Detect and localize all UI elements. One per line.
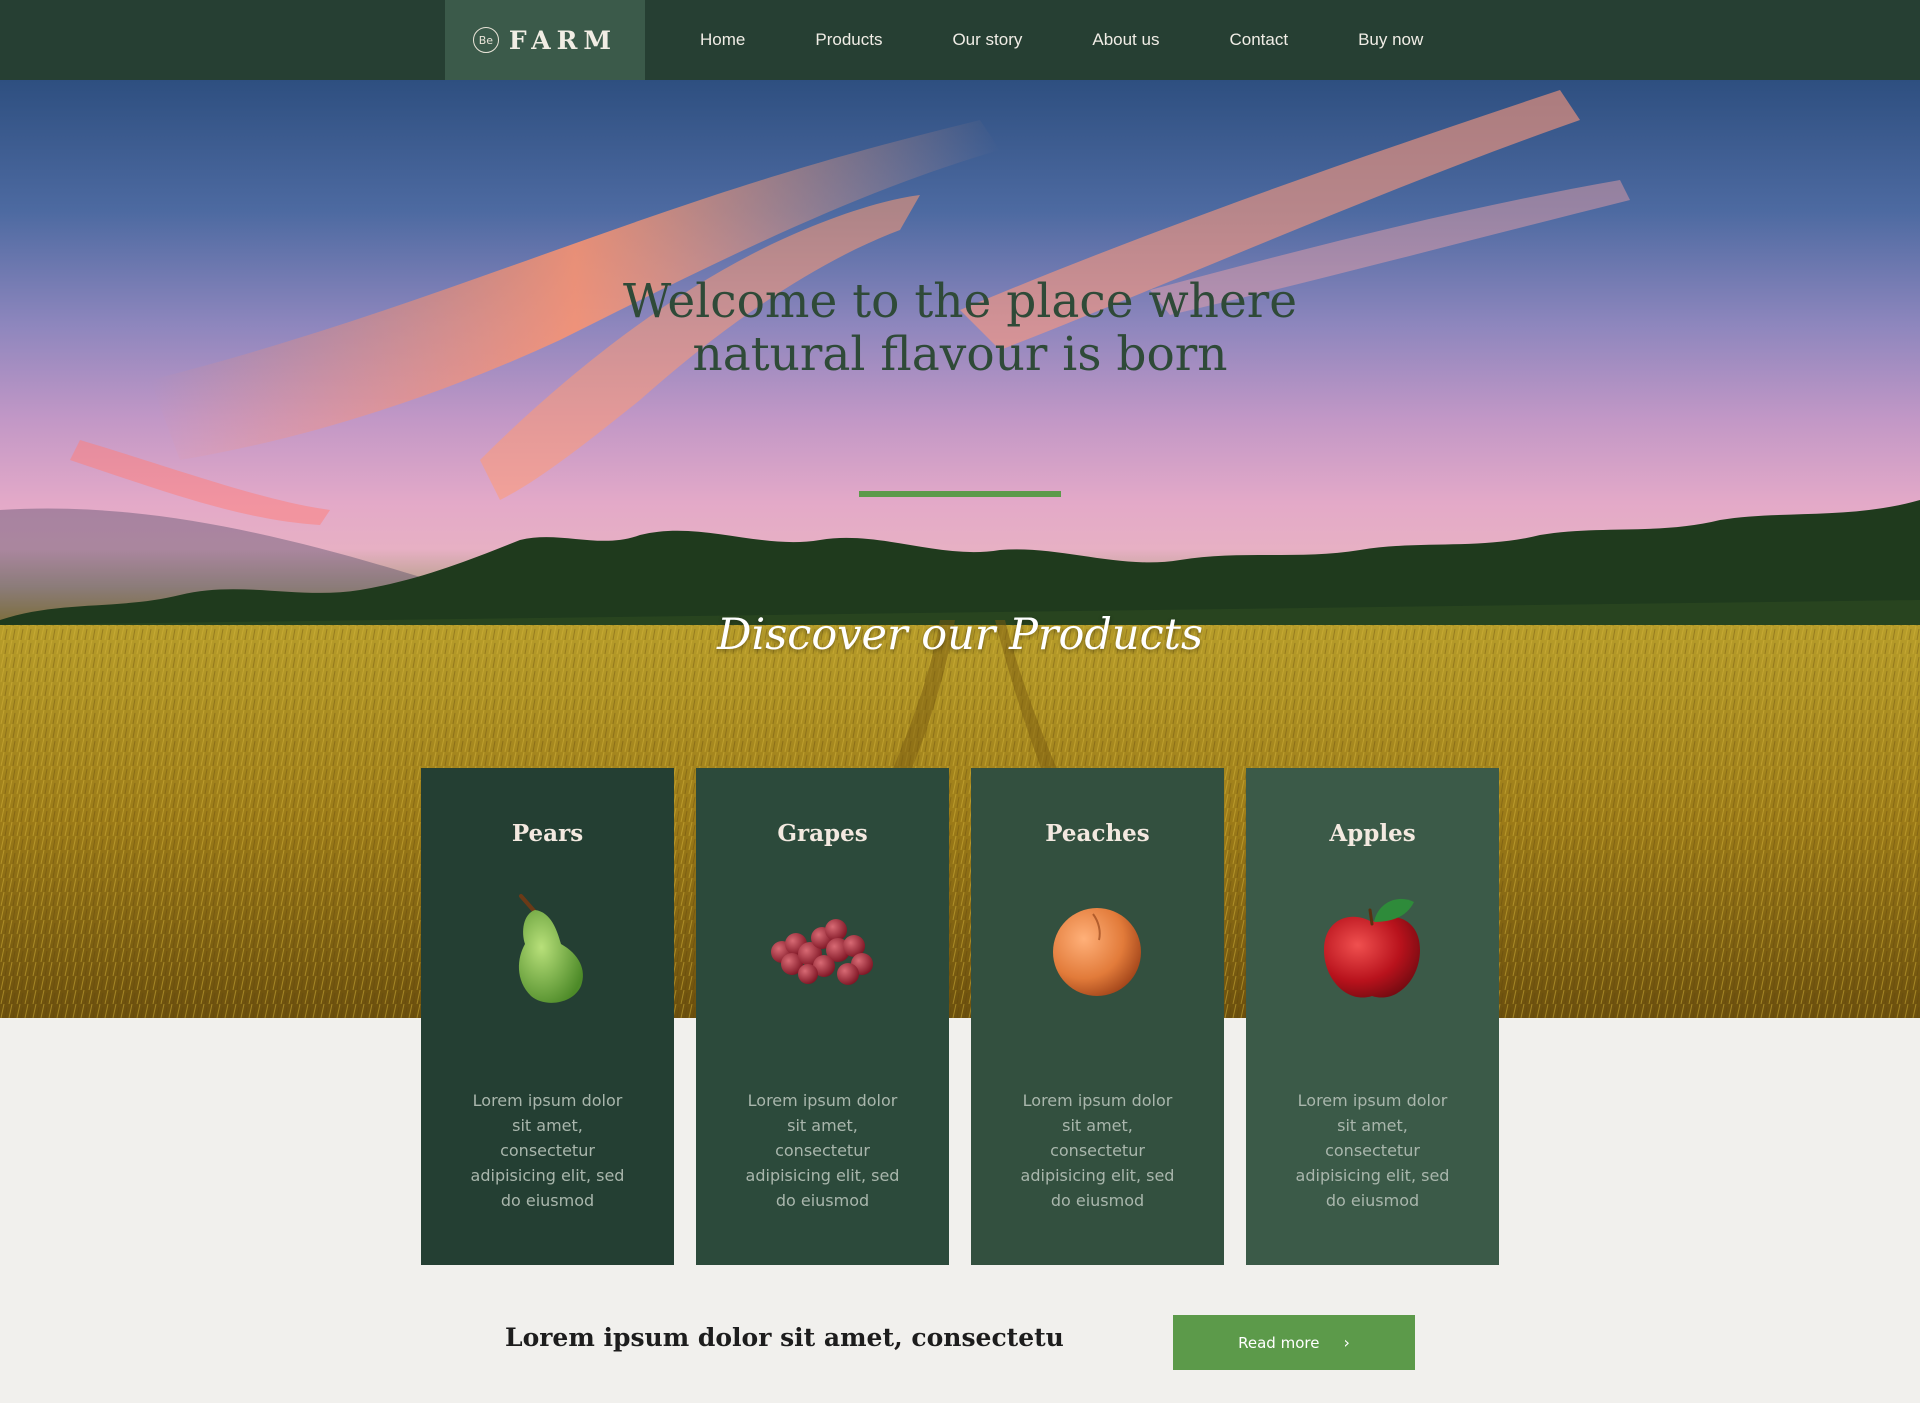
- product-name: Pears: [511, 820, 584, 847]
- peach-icon: [1053, 908, 1141, 996]
- product-card-peaches[interactable]: Peaches Lorem ipsum dolor sit amet, cons…: [971, 768, 1224, 1265]
- product-name: Peaches: [1045, 820, 1150, 847]
- hero-title: Welcome to the place where natural flavo…: [622, 274, 1298, 382]
- product-description: Lorem ipsum dolor sit amet, consectetur …: [470, 1091, 625, 1210]
- chevron-right-icon: ›: [1343, 1333, 1350, 1352]
- discover-products-heading: Discover our Products: [716, 610, 1204, 660]
- product-cards: Pears Lorem ipsum dolor sit amet, consec…: [421, 768, 1499, 1265]
- nav-link-buy-now[interactable]: Buy now: [1358, 30, 1423, 50]
- nav-link-about-us[interactable]: About us: [1092, 30, 1159, 50]
- grapes-icon: [771, 919, 873, 985]
- bottom-tagline: Lorem ipsum dolor sit amet, consectetu: [505, 1323, 1064, 1352]
- product-name: Grapes: [777, 820, 868, 847]
- product-description: Lorem ipsum dolor sit amet, consectetur …: [1020, 1091, 1175, 1210]
- nav-links: Home Products Our story About us Contact…: [700, 0, 1493, 80]
- read-more-button[interactable]: Read more ›: [1173, 1315, 1415, 1370]
- product-card-grapes[interactable]: Grapes Lorem ipsum dolor sit amet, conse…: [696, 768, 949, 1265]
- nav-link-products[interactable]: Products: [815, 30, 882, 50]
- top-navigation: Be FARM Home Products Our story About us…: [0, 0, 1920, 80]
- read-more-label: Read more: [1238, 1333, 1320, 1352]
- hero-divider: [859, 491, 1061, 497]
- nav-link-our-story[interactable]: Our story: [952, 30, 1022, 50]
- nav-link-home[interactable]: Home: [700, 30, 745, 50]
- nav-link-contact[interactable]: Contact: [1229, 30, 1288, 50]
- product-description: Lorem ipsum dolor sit amet, consectetur …: [1295, 1091, 1450, 1210]
- logo-text: FARM: [508, 25, 618, 55]
- pear-icon: [518, 894, 583, 1003]
- apple-icon: [1324, 898, 1420, 998]
- product-card-pears[interactable]: Pears Lorem ipsum dolor sit amet, consec…: [421, 768, 674, 1265]
- logo-badge-icon: Be: [472, 27, 499, 53]
- logo[interactable]: Be FARM: [445, 0, 645, 80]
- product-card-apples[interactable]: Apples Lorem ipsum dolor sit amet, conse…: [1246, 768, 1499, 1265]
- product-description: Lorem ipsum dolor sit amet, consectetur …: [745, 1091, 900, 1210]
- product-name: Apples: [1329, 820, 1416, 847]
